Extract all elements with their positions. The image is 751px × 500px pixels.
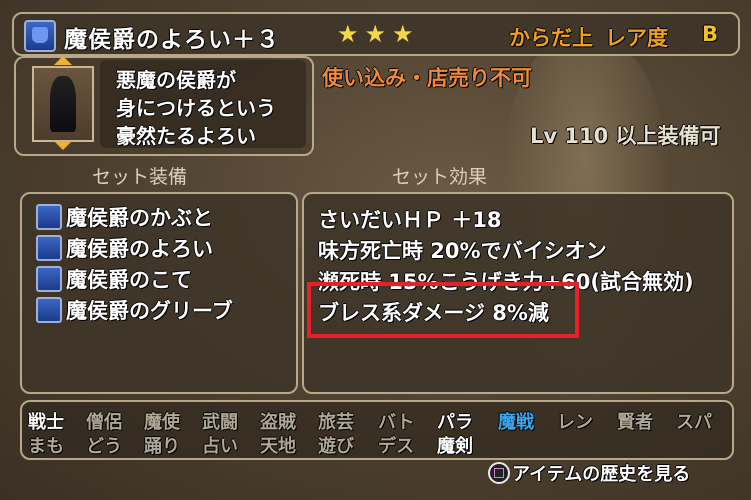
job-guardian: まも bbox=[28, 436, 64, 457]
set-item-label: 魔侯爵のグリーブ bbox=[66, 299, 233, 323]
rarity-grade: B bbox=[702, 22, 719, 46]
job-gadabout: 遊び bbox=[318, 436, 354, 457]
rarity-label: レア度 bbox=[605, 26, 668, 50]
square-button-icon[interactable] bbox=[488, 462, 510, 484]
job-mage: 魔使 bbox=[144, 412, 180, 433]
armor-figure-icon bbox=[50, 76, 76, 132]
job-dancer: 踊り bbox=[144, 436, 180, 457]
description-line: 豪然たるよろい bbox=[116, 124, 256, 148]
job-paladin: パラ bbox=[437, 412, 473, 433]
job-tool-user: どう bbox=[86, 436, 122, 457]
level-requirement: Lv 110 以上装備可 bbox=[530, 124, 721, 148]
set-effect-title: セット効果 bbox=[392, 166, 488, 188]
item-history-link[interactable]: アイテムの歴史を見る bbox=[512, 460, 690, 486]
job-superstar: スパ bbox=[676, 412, 712, 433]
item-name: 魔侯爵のよろい＋３ bbox=[64, 27, 280, 53]
item-thumbnail bbox=[32, 66, 94, 142]
helmet-icon bbox=[36, 204, 62, 230]
job-priest: 僧侶 bbox=[86, 412, 122, 433]
greaves-icon bbox=[36, 297, 62, 323]
job-entertainer: 旅芸 bbox=[318, 412, 354, 433]
set-effect-line: 味方死亡時 20%でバイシオン bbox=[318, 239, 607, 263]
scroll-down-icon[interactable] bbox=[54, 141, 72, 150]
armor-icon bbox=[36, 235, 62, 261]
set-item-label: 魔侯爵のかぶと bbox=[66, 206, 213, 230]
armor-icon bbox=[24, 20, 56, 52]
job-martial-artist: 武闘 bbox=[202, 412, 238, 433]
job-warrior: 戦士 bbox=[28, 412, 64, 433]
job-death-master: デス bbox=[378, 436, 414, 457]
set-item-label: 魔侯爵のよろい bbox=[66, 237, 213, 261]
set-item-label: 魔侯爵のこて bbox=[66, 268, 192, 292]
job-magic-warrior: 魔戦 bbox=[498, 412, 534, 433]
job-sage: 賢者 bbox=[617, 412, 653, 433]
equip-slot: からだ上 bbox=[509, 26, 593, 50]
scroll-up-icon[interactable] bbox=[54, 56, 72, 65]
gauntlet-icon bbox=[36, 266, 62, 292]
job-tenchi: 天地 bbox=[260, 436, 296, 457]
rarity-stars: ★★★ bbox=[337, 20, 420, 48]
set-equipment-title: セット装備 bbox=[92, 166, 188, 188]
job-magic-swordsman: 魔剣 bbox=[437, 436, 473, 457]
job-thief: 盗賊 bbox=[260, 412, 296, 433]
description-line: 身につけるという bbox=[116, 96, 276, 120]
job-ranger: レン bbox=[557, 412, 593, 433]
highlight-box bbox=[307, 282, 579, 338]
set-effect-line: さいだいＨＰ ＋18 bbox=[318, 208, 502, 232]
job-fortune-teller: 占い bbox=[202, 436, 238, 457]
job-battle-master: バト bbox=[378, 412, 415, 433]
description-line: 悪魔の侯爵が bbox=[116, 68, 236, 92]
restriction-note: 使い込み・店売り不可 bbox=[322, 66, 532, 90]
